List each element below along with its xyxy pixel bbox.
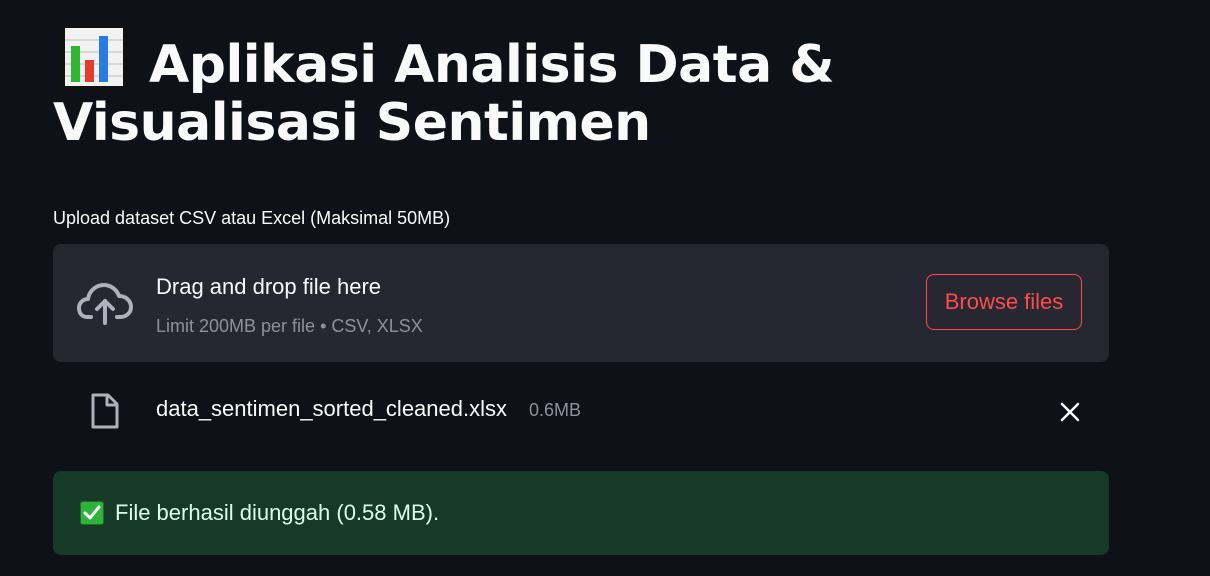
bar-chart-icon [61, 24, 127, 90]
dropzone-title: Drag and drop file here [156, 274, 382, 299]
success-alert: File berhasil diunggah (0.58 MB). [53, 471, 1109, 555]
uploaded-file-row: data_sentimen_sorted_cleaned.xlsx 0.6MB [53, 380, 1109, 440]
file-icon [89, 392, 121, 430]
browse-files-button[interactable]: Browse files [926, 274, 1082, 330]
page-title-text: Aplikasi Analisis Data & Visualisasi Sen… [53, 35, 835, 153]
uploaded-file-name: data_sentimen_sorted_cleaned.xlsx [156, 396, 508, 421]
file-dropzone[interactable]: Drag and drop file here Limit 200MB per … [53, 244, 1109, 362]
uploader-label: Upload dataset CSV atau Excel (Maksimal … [53, 208, 451, 228]
dropzone-subtitle: Limit 200MB per file • CSV, XLSX [156, 316, 423, 336]
close-icon [1054, 402, 1086, 431]
uploaded-file-size: 0.6MB [529, 400, 582, 420]
check-mark-icon [80, 501, 104, 525]
page-title: Aplikasi Analisis Data & Visualisasi Sen… [53, 24, 913, 152]
success-alert-text: File berhasil diunggah (0.58 MB). [115, 500, 440, 525]
cloud-upload-icon [77, 281, 133, 327]
remove-file-button[interactable] [1054, 396, 1086, 428]
